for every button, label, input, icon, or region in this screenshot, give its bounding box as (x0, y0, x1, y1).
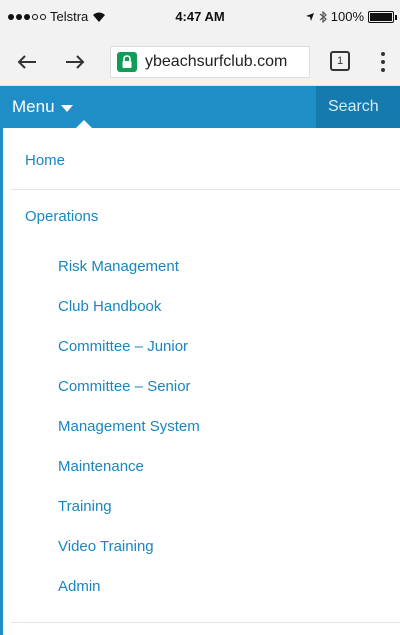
submenu-item-committee-junior[interactable]: Committee – Junior (58, 338, 188, 355)
forward-button[interactable] (58, 38, 92, 86)
back-button[interactable] (10, 38, 44, 86)
site-navbar: Menu Search (0, 86, 400, 128)
battery-percent: 100% (330, 9, 364, 24)
submenu-item-maintenance[interactable]: Maintenance (58, 458, 144, 475)
status-right: 100% (305, 9, 397, 24)
divider (11, 189, 400, 190)
submenu-item-training[interactable]: Training (58, 498, 112, 515)
submenu-item-club-handbook[interactable]: Club Handbook (58, 298, 161, 315)
search-input[interactable]: Search (316, 86, 400, 128)
back-arrow-icon (17, 55, 36, 69)
battery-icon (368, 10, 397, 23)
url-text: ybeachsurfclub.com (145, 53, 288, 70)
tab-count: 1 (336, 55, 344, 67)
location-arrow-icon (305, 12, 314, 21)
address-bar[interactable]: ybeachsurfclub.com (110, 46, 310, 78)
submenu-item-risk-management[interactable]: Risk Management (58, 258, 179, 275)
menu-pointer-icon (76, 120, 92, 128)
menu-item-operations[interactable]: Operations (25, 208, 98, 225)
menu-label: Menu (12, 97, 55, 116)
submenu-item-committee-senior[interactable]: Committee – Senior (58, 378, 191, 395)
bluetooth-icon (319, 10, 327, 23)
menu-toggle-button[interactable]: Menu (12, 86, 73, 128)
submenu-item-management-system[interactable]: Management System (58, 418, 200, 435)
divider (11, 622, 400, 623)
submenu-item-admin[interactable]: Admin (58, 578, 101, 595)
forward-arrow-icon (66, 55, 85, 69)
tabs-button[interactable]: 1 (330, 51, 350, 71)
caret-down-icon (60, 104, 73, 112)
menu-panel: Home Operations Risk Management Club Han… (0, 128, 400, 635)
lock-icon (117, 52, 137, 72)
status-bar: Telstra 4:47 AM 100% (0, 0, 400, 38)
more-vert-icon[interactable] (380, 52, 386, 72)
browser-toolbar: ybeachsurfclub.com 1 (0, 38, 400, 86)
menu-item-home[interactable]: Home (25, 152, 65, 169)
submenu-item-video-training[interactable]: Video Training (58, 538, 154, 555)
search-placeholder: Search (328, 98, 379, 115)
